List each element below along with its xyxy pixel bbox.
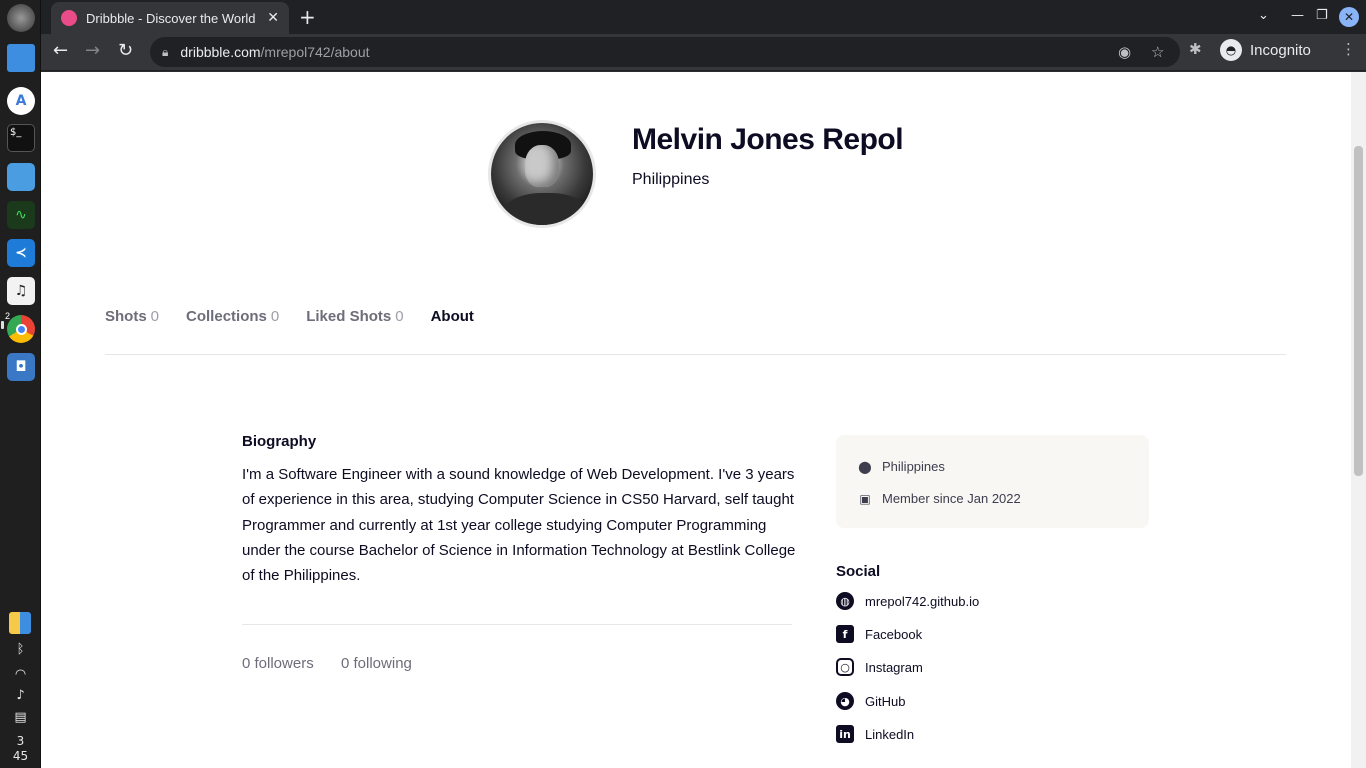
facebook-icon: f [836,625,854,643]
id-card-icon: ▣ [859,491,871,506]
instagram-icon: ○ [836,658,854,676]
globe-icon: ◍ [836,592,854,610]
tracking-protection-icon[interactable]: ◉ [1118,43,1131,61]
address-bar[interactable]: 🔒︎ dribbble.com /mrepol742/about ◉ ☆ [150,37,1180,67]
tab-title: Dribbble - Discover the World [86,10,256,26]
liked-shots-count: 0 [395,308,404,325]
profile-name: Melvin Jones Repol [632,123,904,156]
back-button[interactable]: ← [53,40,68,61]
page-scrollbar[interactable] [1351,72,1366,768]
followers-link[interactable]: 0 followers [242,655,314,672]
social-link-facebook[interactable]: f Facebook [836,625,922,643]
github-icon: ◕ [836,692,854,710]
info-member-since: ▣ Member since Jan 2022 [858,491,1021,506]
social-link-instagram[interactable]: ○ Instagram [836,658,923,676]
tab-search-icon[interactable]: ⌄ [1258,8,1269,23]
following-link[interactable]: 0 following [341,655,412,672]
maximize-button[interactable]: ❐ [1316,8,1328,23]
url-path: /mrepol742/about [260,44,370,60]
scrollbar-thumb[interactable] [1354,146,1363,476]
clock-minute: 45 [12,749,29,763]
os-dock: A $_ ∿ ≺ ♫ 2 ◘ ᛒ ◠ ♪ ▤ 3 45 [0,0,41,768]
android-studio-icon[interactable]: A [7,87,35,115]
tab-shots[interactable]: Shots 0 [105,308,159,325]
close-window-button[interactable]: ✕ [1339,7,1359,27]
terminal-icon[interactable]: $_ [7,124,35,152]
clipboard-icon[interactable]: ▤ [0,710,41,725]
screenshot-tool-icon[interactable]: ◘ [7,353,35,381]
chrome-icon[interactable] [7,315,35,343]
info-location: ⬤ Philippines [858,459,945,474]
active-app-indicator [1,321,4,329]
chrome-window-count: 2 [5,311,11,321]
dribbble-favicon-icon [61,10,77,26]
bookmark-star-icon[interactable]: ☆ [1151,43,1164,61]
wifi-icon[interactable]: ◠ [0,667,41,682]
folder-icon[interactable] [7,163,35,191]
profile-info-card: ⬤ Philippines ▣ Member since Jan 2022 [836,435,1149,528]
browser-toolbar: ← → ↻ 🔒︎ dribbble.com /mrepol742/about ◉… [41,34,1366,71]
location-pin-icon: ⬤ [858,459,872,474]
vscode-icon[interactable]: ≺ [7,239,35,267]
avatar-body [501,193,591,225]
taskbar-clock[interactable]: 3 45 [0,734,41,764]
forward-button[interactable]: → [85,40,100,61]
extensions-icon[interactable]: ✱ [1189,40,1202,58]
collections-count: 0 [270,308,280,325]
bluetooth-icon[interactable]: ᛒ [0,642,41,657]
tab-liked-shots[interactable]: Liked Shots 0 [306,308,403,325]
profile-location: Philippines [632,171,710,188]
files-folder-icon[interactable] [7,44,35,72]
tab-about[interactable]: About [431,308,474,325]
page-viewport: Melvin Jones Repol Philippines Shots 0 Co… [41,72,1351,768]
workspace-switcher-icon[interactable] [9,612,31,634]
tab-collections[interactable]: Collections 0 [186,308,279,325]
social-link-website[interactable]: ◍ mrepol742.github.io [836,592,979,610]
linkedin-icon: in [836,725,854,743]
profile-avatar[interactable] [488,120,596,228]
profile-tabs: Shots 0 Collections 0 Liked Shots 0 About [105,308,501,325]
minimize-button[interactable]: — [1291,8,1304,23]
incognito-icon: ◓ [1220,39,1242,61]
clock-hour: 3 [16,734,25,748]
new-tab-button[interactable]: + [299,6,316,28]
incognito-label: Incognito [1250,41,1311,59]
social-link-linkedin[interactable]: in LinkedIn [836,725,914,743]
reload-button[interactable]: ↻ [118,40,133,61]
biography-divider [242,624,792,625]
social-heading: Social [836,563,881,580]
social-link-github[interactable]: ◕ GitHub [836,692,905,710]
tab-close-icon[interactable]: ✕ [267,10,279,26]
biography-text: I'm a Software Engineer with a sound kno… [242,466,796,585]
member-since-text: Member since Jan 2022 [882,491,1021,506]
volume-icon[interactable]: ♪ [0,688,41,703]
browser-tab[interactable]: Dribbble - Discover the World ✕ [51,2,289,34]
browser-menu-icon[interactable]: ⋮ [1341,40,1356,58]
biography-heading: Biography [242,433,317,450]
avatar-face [525,145,559,187]
incognito-indicator[interactable]: ◓ Incognito [1220,39,1311,61]
shots-count: 0 [150,308,160,325]
lock-icon[interactable]: 🔒︎ [162,45,168,60]
user-avatar-icon[interactable] [7,4,35,32]
url-host: dribbble.com [180,44,261,60]
system-monitor-icon[interactable]: ∿ [7,201,35,229]
music-player-icon[interactable]: ♫ [7,277,35,305]
browser-tab-bar: Dribbble - Discover the World ✕ + ⌄ — ❐ … [41,0,1366,34]
tabs-divider [105,354,1286,355]
info-location-text: Philippines [882,459,945,474]
